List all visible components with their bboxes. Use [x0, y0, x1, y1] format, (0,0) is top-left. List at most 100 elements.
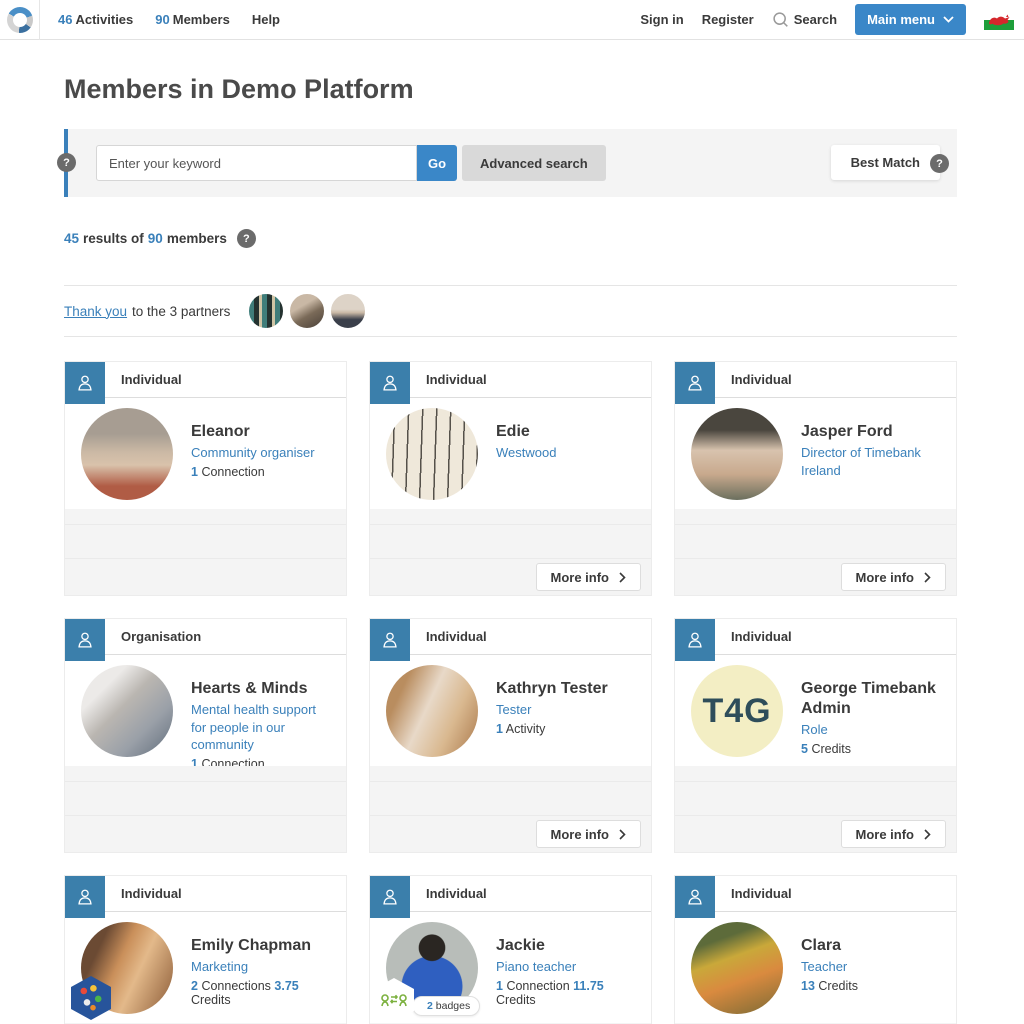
member-name[interactable]: Edie: [496, 422, 639, 442]
member-name[interactable]: Eleanor: [191, 422, 334, 442]
member-card-kathryn: Individual Kathryn Tester Tester 1 Activ…: [369, 618, 652, 853]
member-name[interactable]: Clara: [801, 936, 944, 956]
member-avatar[interactable]: [386, 665, 478, 757]
sign-in-link[interactable]: Sign in: [640, 12, 683, 27]
member-stats: 1 Activity: [496, 722, 639, 736]
partners-row: Thank you to the 3 partners: [64, 285, 957, 337]
member-avatar[interactable]: [691, 922, 783, 1014]
person-icon: [675, 362, 715, 404]
member-type-label: Individual: [121, 886, 182, 901]
help-icon[interactable]: ?: [237, 229, 256, 248]
register-link[interactable]: Register: [702, 12, 754, 27]
member-name[interactable]: Hearts & Minds: [191, 679, 334, 699]
member-name[interactable]: George Timebank Admin: [801, 679, 944, 719]
member-type-header: Individual: [65, 876, 346, 912]
person-icon: [675, 619, 715, 661]
top-navbar: 46Activities 90Members Help Sign in Regi…: [0, 0, 1024, 40]
more-info-button[interactable]: More info: [841, 820, 947, 848]
member-stats: 1 Connection 11.75 Credits: [496, 979, 639, 1007]
member-summary: Jasper Ford Director of Timebank Ireland: [675, 398, 956, 508]
member-type-header: Individual: [675, 876, 956, 912]
member-type-label: Individual: [426, 629, 487, 644]
chevron-right-icon: [924, 572, 931, 583]
puzzle-badge-icon[interactable]: [71, 976, 111, 1020]
member-type-header: Organisation: [65, 619, 346, 655]
member-summary: 2 badges Jackie Piano teacher 1 Connecti…: [370, 912, 651, 1022]
nav-activities[interactable]: 46Activities: [58, 12, 133, 27]
partners-text: to the 3 partners: [132, 304, 230, 319]
partner-avatar-man-child[interactable]: [288, 292, 326, 330]
main-menu-button[interactable]: Main menu: [855, 4, 966, 35]
member-role[interactable]: Westwood: [496, 444, 639, 462]
go-button[interactable]: Go: [417, 145, 457, 181]
member-stats: 5 Credits: [801, 742, 944, 756]
person-icon: [370, 362, 410, 404]
chevron-right-icon: [619, 572, 626, 583]
help-icon[interactable]: ?: [57, 153, 76, 172]
partner-avatar-poster[interactable]: [247, 292, 285, 330]
member-name[interactable]: Emily Chapman: [191, 936, 334, 956]
ring-logo-icon: [7, 7, 33, 33]
member-avatar[interactable]: [691, 408, 783, 500]
member-avatar[interactable]: [81, 922, 173, 1014]
member-card-clara: Individual Clara Teacher 13 Credits: [674, 875, 957, 1024]
member-type-header: Individual: [675, 362, 956, 398]
keyword-input[interactable]: [96, 145, 417, 181]
member-role[interactable]: Marketing: [191, 958, 334, 976]
member-name[interactable]: Jackie: [496, 936, 639, 956]
more-info-button[interactable]: More info: [536, 563, 642, 591]
member-avatar[interactable]: [386, 408, 478, 500]
member-stats: 2 Connections 3.75 Credits: [191, 979, 334, 1007]
member-card-jasper: Individual Jasper Ford Director of Timeb…: [674, 361, 957, 596]
member-card-edie: Individual Edie Westwood More info: [369, 361, 652, 596]
member-type-label: Individual: [731, 886, 792, 901]
member-type-header: Individual: [370, 619, 651, 655]
member-type-header: Individual: [370, 362, 651, 398]
chevron-right-icon: [924, 829, 931, 840]
nav-help[interactable]: Help: [252, 12, 280, 27]
member-avatar[interactable]: [81, 665, 173, 757]
member-role[interactable]: Piano teacher: [496, 958, 639, 976]
member-summary: Edie Westwood: [370, 398, 651, 508]
member-summary: Eleanor Community organiser 1 Connection: [65, 398, 346, 508]
partner-avatar-man-glasses[interactable]: [329, 292, 367, 330]
help-icon[interactable]: ?: [930, 154, 949, 173]
people-exchange-badge-icon[interactable]: [374, 978, 414, 1022]
member-type-label: Individual: [731, 629, 792, 644]
more-info-button[interactable]: More info: [536, 820, 642, 848]
thank-you-link[interactable]: Thank you: [64, 304, 127, 319]
member-avatar[interactable]: [81, 408, 173, 500]
member-summary: Emily Chapman Marketing 2 Connections 3.…: [65, 912, 346, 1022]
member-name[interactable]: Jasper Ford: [801, 422, 944, 442]
site-logo[interactable]: [0, 0, 40, 40]
more-info-button[interactable]: More info: [841, 563, 947, 591]
page-title: Members in Demo Platform: [64, 74, 957, 105]
nav-search[interactable]: Search: [772, 11, 837, 28]
member-role[interactable]: Teacher: [801, 958, 944, 976]
member-name[interactable]: Kathryn Tester: [496, 679, 639, 699]
member-role[interactable]: Director of Timebank Ireland: [801, 444, 944, 479]
member-role[interactable]: Community organiser: [191, 444, 334, 462]
member-role[interactable]: Role: [801, 721, 944, 739]
member-card-hearts-minds: Organisation Hearts & Minds Mental healt…: [64, 618, 347, 853]
member-avatar[interactable]: T4G: [691, 665, 783, 757]
member-stats: 13 Credits: [801, 979, 944, 993]
person-icon: [65, 876, 105, 918]
member-type-header: Individual: [65, 362, 346, 398]
member-card-jackie: Individual 2 badges Jackie Piano teacher…: [369, 875, 652, 1024]
nav-members[interactable]: 90Members: [155, 12, 230, 27]
avatar-monogram: T4G: [702, 692, 771, 731]
welsh-flag-icon[interactable]: [984, 10, 1014, 30]
member-grid: Individual Eleanor Community organiser 1…: [64, 361, 957, 1024]
person-icon: [370, 619, 410, 661]
member-type-header: Individual: [675, 619, 956, 655]
member-role[interactable]: Mental health support for people in our …: [191, 701, 334, 754]
member-type-label: Individual: [121, 372, 182, 387]
best-match-button[interactable]: Best Match ?: [831, 145, 940, 180]
person-icon: [65, 619, 105, 661]
advanced-search-button[interactable]: Advanced search: [462, 145, 606, 181]
member-avatar[interactable]: 2 badges: [386, 922, 478, 1014]
member-role[interactable]: Tester: [496, 701, 639, 719]
badges-count-pill[interactable]: 2 badges: [412, 996, 480, 1016]
member-stats: 1 Connection: [191, 465, 334, 479]
